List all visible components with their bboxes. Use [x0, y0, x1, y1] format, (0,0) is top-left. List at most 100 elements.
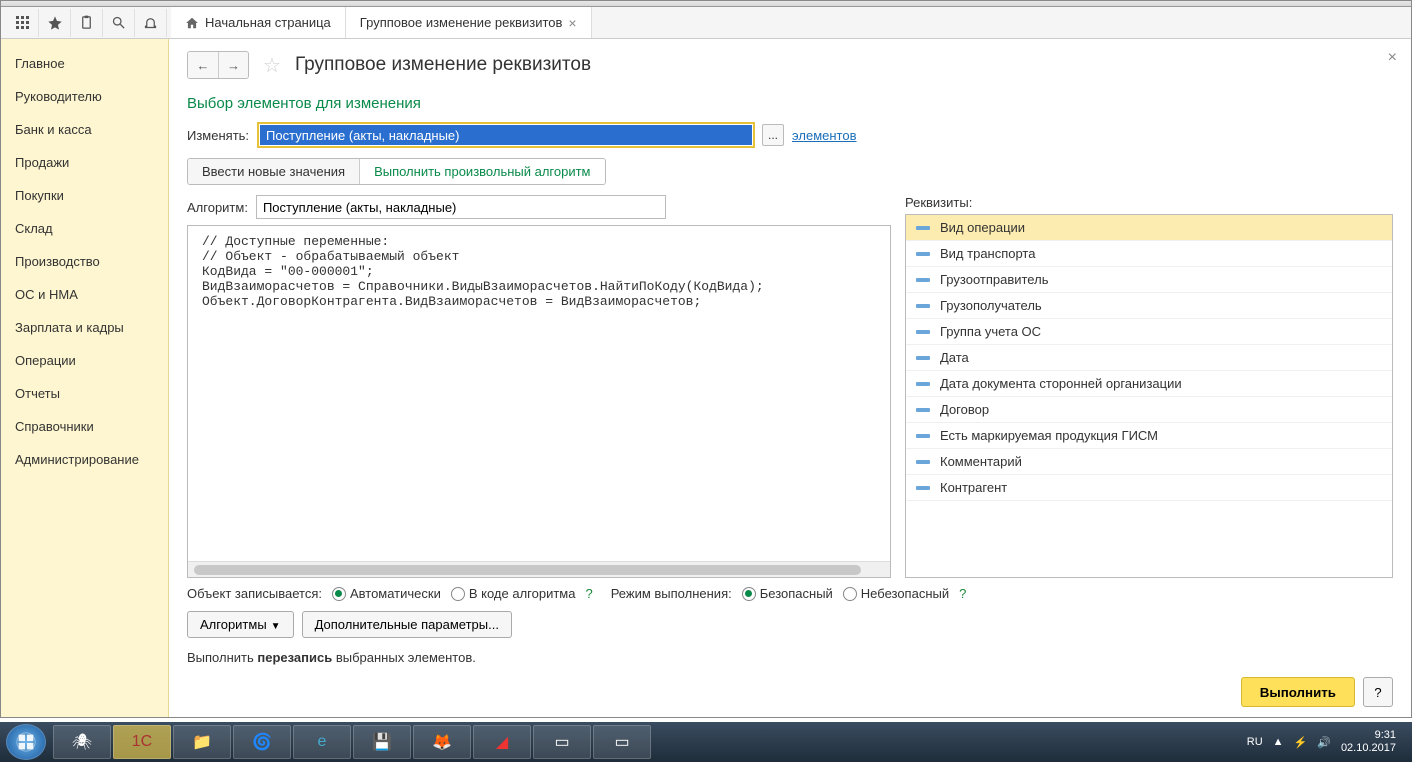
radio-safe[interactable]: Безопасный	[742, 586, 833, 601]
requisite-item[interactable]: Грузополучатель	[906, 293, 1392, 319]
sidebar-item-manager[interactable]: Руководителю	[1, 80, 168, 113]
favorite-star-icon[interactable]: ☆	[263, 53, 281, 78]
horizontal-scrollbar[interactable]	[188, 561, 890, 577]
field-icon	[916, 252, 930, 256]
sidebar-item-warehouse[interactable]: Склад	[1, 212, 168, 245]
requisite-label: Вид транспорта	[940, 246, 1035, 261]
elements-link[interactable]: элементов	[792, 128, 856, 143]
requisite-item[interactable]: Есть маркируемая продукция ГИСМ	[906, 423, 1392, 449]
task-app-2[interactable]: 🌀	[233, 725, 291, 759]
algorithms-dropdown[interactable]: Алгоритмы▼	[187, 611, 294, 638]
requisites-list[interactable]: Вид операции Вид транспорта Грузоотправите…	[905, 214, 1393, 578]
favorite-star-icon[interactable]	[39, 9, 71, 37]
help-button[interactable]: ?	[1363, 677, 1393, 707]
code-editor[interactable]: // Доступные переменные: // Объект - обр…	[187, 225, 891, 578]
field-icon	[916, 486, 930, 490]
forward-button[interactable]: →	[218, 52, 248, 78]
requisite-item[interactable]: Вид транспорта	[906, 241, 1392, 267]
task-firefox[interactable]: 🦊	[413, 725, 471, 759]
algo-input[interactable]	[256, 195, 666, 219]
tab-enter-values[interactable]: Ввести новые значения	[188, 159, 360, 184]
page-close-icon[interactable]: ×	[1388, 49, 1397, 67]
task-acrobat[interactable]: ◢	[473, 725, 531, 759]
sidebar-item-admin[interactable]: Администрирование	[1, 443, 168, 476]
sidebar-item-production[interactable]: Производство	[1, 245, 168, 278]
clipboard-icon[interactable]	[71, 9, 103, 37]
sidebar-item-reports[interactable]: Отчеты	[1, 377, 168, 410]
sidebar-item-refs[interactable]: Справочники	[1, 410, 168, 443]
page-title: Групповое изменение реквизитов	[295, 54, 591, 76]
change-input[interactable]	[260, 125, 752, 145]
tab-group-change[interactable]: Групповое изменение реквизитов ×	[346, 7, 592, 38]
field-icon	[916, 330, 930, 334]
requisite-label: Группа учета ОС	[940, 324, 1041, 339]
search-icon[interactable]	[103, 9, 135, 37]
task-explorer[interactable]: 📁	[173, 725, 231, 759]
requisite-item[interactable]: Вид операции	[906, 215, 1392, 241]
task-app-1c[interactable]: 1С	[113, 725, 171, 759]
requisite-item[interactable]: Группа учета ОС	[906, 319, 1392, 345]
exec-mode-label: Режим выполнения:	[611, 586, 732, 601]
sidebar-item-assets[interactable]: ОС и НМА	[1, 278, 168, 311]
requisite-label: Есть маркируемая продукция ГИСМ	[940, 428, 1158, 443]
tray-clock[interactable]: 9:31 02.10.2017	[1341, 729, 1396, 755]
footer-text: Выполнить перезапись выбранных элементов…	[187, 650, 1393, 665]
start-button[interactable]	[6, 724, 46, 760]
save-mode-label: Объект записывается:	[187, 586, 322, 601]
requisite-item[interactable]: Контрагент	[906, 475, 1392, 501]
ellipsis-button[interactable]: ...	[762, 124, 784, 146]
sidebar-item-operations[interactable]: Операции	[1, 344, 168, 377]
apps-grid-icon[interactable]	[7, 9, 39, 37]
sidebar-item-bank[interactable]: Банк и касса	[1, 113, 168, 146]
help-icon[interactable]: ?	[959, 586, 966, 601]
sidebar-item-sales[interactable]: Продажи	[1, 146, 168, 179]
tab-run-algorithm[interactable]: Выполнить произвольный алгоритм	[360, 159, 604, 184]
requisite-label: Комментарий	[940, 454, 1022, 469]
sidebar-item-hr[interactable]: Зарплата и кадры	[1, 311, 168, 344]
task-ie[interactable]: e	[293, 725, 351, 759]
windows-taskbar: 🕷 1С 📁 🌀 e 💾 🦊 ◢ ▭ ▭ RU ▲ ⚡ 🔊 9:31 02.10…	[0, 722, 1412, 762]
field-icon	[916, 408, 930, 412]
task-app-1[interactable]: 🕷	[53, 725, 111, 759]
requisite-item[interactable]: Грузоотправитель	[906, 267, 1392, 293]
nav-sidebar: Главное Руководителю Банк и касса Продаж…	[1, 39, 169, 717]
radio-unsafe[interactable]: Небезопасный	[843, 586, 949, 601]
requisite-label: Дата	[940, 350, 969, 365]
tab-home[interactable]: Начальная страница	[171, 7, 346, 38]
execute-button[interactable]: Выполнить	[1241, 677, 1355, 707]
requisite-label: Вид операции	[940, 220, 1025, 235]
tray-lang[interactable]: RU	[1247, 736, 1263, 748]
change-select[interactable]	[257, 122, 755, 148]
help-icon[interactable]: ?	[585, 586, 592, 601]
requisite-item[interactable]: Комментарий	[906, 449, 1392, 475]
field-icon	[916, 278, 930, 282]
requisite-item[interactable]: Дата	[906, 345, 1392, 371]
tray-volume-icon[interactable]: 🔊	[1317, 736, 1331, 749]
field-icon	[916, 226, 930, 230]
tray-flag-icon[interactable]: ▲	[1273, 736, 1284, 748]
field-icon	[916, 382, 930, 386]
bell-icon[interactable]	[135, 9, 167, 37]
radio-in-code[interactable]: В коде алгоритма	[451, 586, 576, 601]
requisites-label: Реквизиты:	[905, 195, 1393, 210]
radio-auto[interactable]: Автоматически	[332, 586, 441, 601]
extra-params-button[interactable]: Дополнительные параметры...	[302, 611, 512, 638]
task-app-3[interactable]: ▭	[533, 725, 591, 759]
sidebar-item-purchases[interactable]: Покупки	[1, 179, 168, 212]
back-button[interactable]: ←	[188, 52, 218, 78]
section-title: Выбор элементов для изменения	[187, 95, 1393, 112]
requisite-item[interactable]: Договор	[906, 397, 1392, 423]
requisite-label: Дата документа сторонней организации	[940, 376, 1182, 391]
task-app-4[interactable]: ▭	[593, 725, 651, 759]
close-icon[interactable]: ×	[568, 16, 576, 30]
algo-label: Алгоритм:	[187, 200, 248, 215]
requisite-label: Грузоотправитель	[940, 272, 1048, 287]
tab-label: Начальная страница	[205, 15, 331, 30]
change-label: Изменять:	[187, 128, 249, 143]
sidebar-item-main[interactable]: Главное	[1, 47, 168, 80]
task-save[interactable]: 💾	[353, 725, 411, 759]
requisite-item[interactable]: Дата документа сторонней организации	[906, 371, 1392, 397]
tray-power-icon[interactable]: ⚡	[1294, 736, 1308, 749]
field-icon	[916, 356, 930, 360]
code-text[interactable]: // Доступные переменные: // Объект - обр…	[188, 226, 890, 561]
